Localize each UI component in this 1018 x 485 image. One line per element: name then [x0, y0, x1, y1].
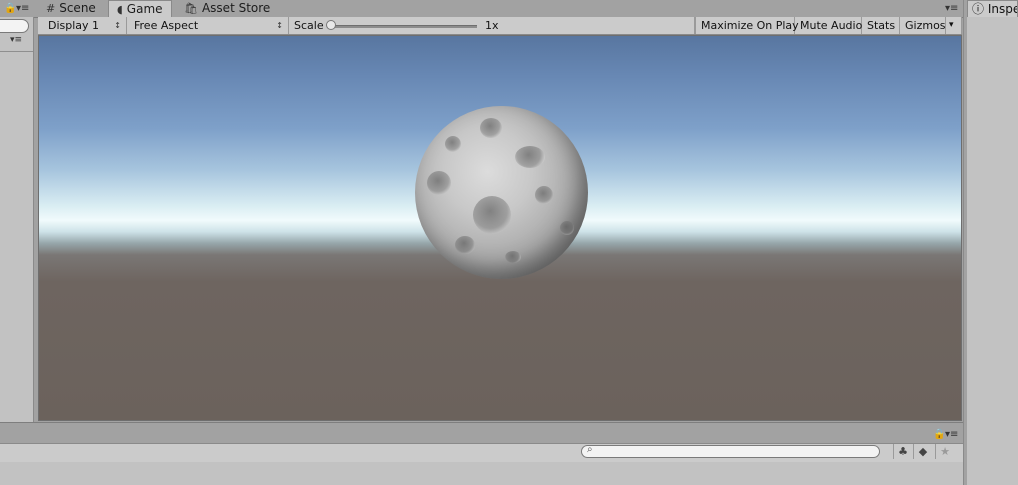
hierarchy-panel: [0, 17, 34, 422]
game-panel-menu-icon[interactable]: ▾≡: [945, 0, 958, 17]
tab-asset-store[interactable]: 🛍 Asset Store: [184, 0, 274, 17]
search-icon: ⌕: [587, 444, 593, 455]
project-search-input[interactable]: ⌕: [581, 444, 880, 458]
scale-slider-thumb[interactable]: [326, 20, 336, 30]
crater: [455, 236, 475, 254]
crater: [473, 196, 511, 234]
grid-icon: #: [46, 2, 56, 15]
tab-inspector[interactable]: ⓘ Inspe: [967, 0, 1018, 17]
crater: [427, 171, 451, 195]
updown-arrow-icon: ↕: [276, 21, 283, 30]
hierarchy-menu-icon[interactable]: ▾≡: [10, 35, 22, 45]
filter-by-label-icon[interactable]: ◆: [913, 444, 932, 459]
stats-toggle[interactable]: Stats: [862, 17, 900, 34]
filter-by-type-icon[interactable]: ♣: [893, 444, 912, 459]
crater: [535, 186, 553, 204]
tab-asset-store-label: Asset Store: [201, 1, 271, 15]
tab-inspector-label: Inspe: [987, 2, 1018, 16]
crater: [505, 251, 521, 263]
updown-arrow-icon: ↕: [114, 21, 121, 30]
hierarchy-search-input[interactable]: [0, 19, 29, 33]
gizmos-toggle[interactable]: Gizmos: [900, 17, 946, 34]
crater: [445, 136, 461, 152]
tab-game[interactable]: ◖ Game: [108, 0, 172, 17]
shopping-bag-icon: 🛍: [184, 2, 198, 15]
inspector-panel: [967, 17, 1018, 485]
moon-sphere: [415, 106, 588, 279]
scale-slider-track[interactable]: [331, 25, 477, 28]
gizmos-dropdown-icon[interactable]: ▾: [946, 17, 962, 34]
crater: [560, 221, 574, 235]
panel-menu-icon[interactable]: ▾≡: [16, 0, 29, 17]
info-icon: ⓘ: [972, 2, 985, 16]
project-panel-body: [0, 462, 963, 485]
pacman-icon: ◖: [117, 3, 123, 16]
favorites-star-icon[interactable]: ★: [935, 444, 954, 459]
crater: [480, 118, 502, 138]
bottom-panel-header: [0, 422, 963, 444]
aspect-dropdown-label: Free Aspect: [134, 19, 199, 32]
scale-value: 1x: [480, 17, 695, 34]
mute-audio-toggle[interactable]: Mute Audio: [795, 17, 862, 34]
tab-game-label: Game: [126, 2, 163, 16]
maximize-on-play-toggle[interactable]: Maximize On Play: [695, 17, 799, 34]
tab-scene-label: Scene: [59, 1, 96, 15]
tab-scene[interactable]: # Scene: [46, 0, 104, 17]
lock-icon[interactable]: 🔒: [4, 0, 16, 17]
bottom-lock-icon[interactable]: 🔒: [933, 429, 945, 440]
display-dropdown[interactable]: Display 1 ↕: [43, 17, 127, 34]
aspect-dropdown[interactable]: Free Aspect ↕: [129, 17, 289, 34]
crater: [515, 146, 545, 168]
bottom-menu-icon[interactable]: ▾≡: [945, 429, 958, 440]
hierarchy-divider: [0, 51, 33, 52]
display-dropdown-label: Display 1: [48, 19, 100, 32]
game-viewport[interactable]: [38, 35, 962, 421]
